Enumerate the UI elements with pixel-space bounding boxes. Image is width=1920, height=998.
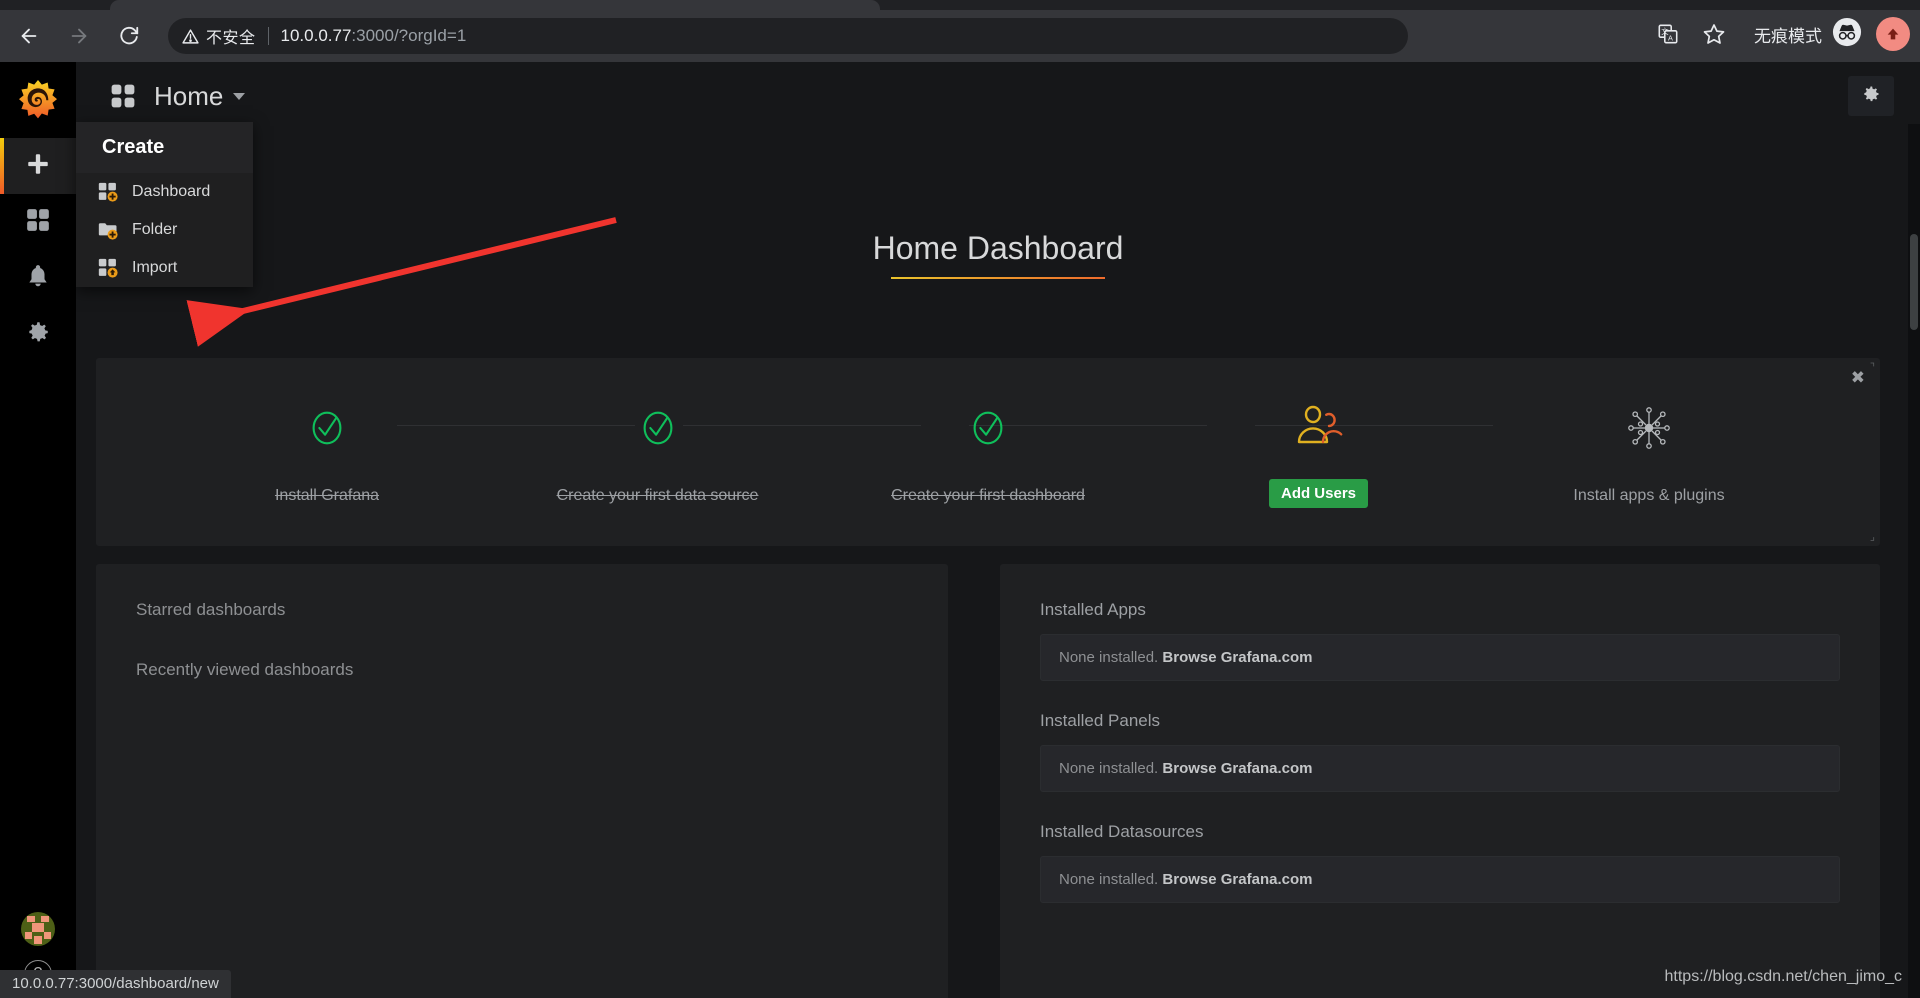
browse-grafana-link[interactable]: Browse Grafana.com: [1162, 649, 1312, 666]
sidebar: ?: [0, 62, 76, 998]
screenshot-root: 不安全 10.0.0.77:3000/?orgId=1 文A 无痕模式 Home…: [0, 0, 1920, 998]
url-path: :3000/?orgId=1: [351, 26, 467, 45]
sidebar-item-configuration[interactable]: [0, 306, 76, 362]
grafana-logo-icon[interactable]: [0, 62, 76, 138]
installed-plugins-panel: Installed Apps None installed. Browse Gr…: [1000, 564, 1880, 998]
installed-apps-empty-state: None installed. Browse Grafana.com: [1040, 634, 1840, 681]
translate-icon[interactable]: 文A: [1648, 14, 1688, 54]
plugins-icon: [1625, 399, 1673, 457]
scrollbar-thumb[interactable]: [1910, 234, 1918, 330]
dashboard-title-block: Home Dashboard: [76, 230, 1920, 279]
plus-icon: [25, 151, 51, 182]
onboarding-step-add-users[interactable]: Add Users: [1219, 397, 1419, 508]
create-menu-item-label: Dashboard: [132, 183, 211, 200]
grafana-app: ? Home Home Dashboard ✖ ⌟: [0, 62, 1920, 998]
import-dashboard-icon: [98, 258, 118, 278]
onboarding-step-install-grafana[interactable]: Install Grafana: [227, 399, 427, 505]
browser-tab[interactable]: [110, 0, 880, 10]
onboarding-step-create-dashboard[interactable]: Create your first dashboard: [888, 399, 1088, 505]
title-underline: [891, 277, 1105, 279]
step-label: Install apps & plugins: [1573, 487, 1725, 504]
url-host: 10.0.0.77: [280, 26, 352, 45]
none-installed-text: None installed.: [1059, 871, 1163, 888]
address-bar[interactable]: 不安全 10.0.0.77:3000/?orgId=1: [168, 18, 1408, 54]
onboarding-step-create-data-source[interactable]: Create your first data source: [556, 399, 759, 505]
none-installed-text: None installed.: [1059, 760, 1163, 777]
onboarding-steps: Install Grafana Create your first data s…: [97, 359, 1879, 545]
check-circle-icon: [636, 399, 680, 457]
browser-status-bar: 10.0.0.77:3000/dashboard/new: [0, 970, 231, 998]
navbar: Home: [76, 62, 1920, 130]
page-scrollbar[interactable]: [1908, 124, 1920, 998]
not-secure-warning-icon: [182, 28, 199, 45]
dashboards-grid-icon: [25, 207, 51, 238]
sidebar-item-alerting[interactable]: [0, 250, 76, 306]
incognito-label: 无痕模式: [1754, 26, 1822, 46]
users-icon: [1293, 397, 1345, 455]
security-label: 不安全: [206, 30, 256, 47]
browser-tabstrip: [0, 0, 1920, 10]
onboarding-panel: ✖ ⌟ ⌝ Install Grafana Create your first …: [96, 358, 1880, 546]
reload-icon[interactable]: [108, 15, 150, 57]
browser-toolbar-actions: 文A 无痕模式: [1648, 14, 1910, 54]
omnibox-divider: [267, 27, 269, 45]
sidebar-item-create[interactable]: [0, 138, 76, 194]
browse-grafana-link[interactable]: Browse Grafana.com: [1162, 871, 1312, 888]
page-title[interactable]: Home: [154, 81, 223, 112]
create-dropdown-menu: Create Dashboard Folder Import: [76, 122, 253, 287]
check-circle-icon: [966, 399, 1010, 457]
create-menu-item-label: Import: [132, 259, 178, 276]
dashboards-links-panel: Starred dashboards Recently viewed dashb…: [96, 564, 948, 998]
onboarding-step-install-plugins[interactable]: Install apps & plugins: [1549, 399, 1749, 505]
installed-panels-empty-state: None installed. Browse Grafana.com: [1040, 745, 1840, 792]
browse-grafana-link[interactable]: Browse Grafana.com: [1162, 760, 1312, 777]
installed-datasources-empty-state: None installed. Browse Grafana.com: [1040, 856, 1840, 903]
watermark-text: https://blog.csdn.net/chen_jimo_c: [1664, 968, 1902, 985]
installed-apps-heading: Installed Apps: [1040, 600, 1146, 619]
dashboard-settings-button[interactable]: [1848, 76, 1894, 116]
forward-arrow-icon[interactable]: [58, 15, 100, 57]
avatar[interactable]: [21, 912, 55, 946]
create-menu-item-dashboard[interactable]: Dashboard: [76, 173, 253, 211]
incognito-indicator[interactable]: 无痕模式: [1740, 14, 1870, 54]
installed-datasources-heading: Installed Datasources: [1040, 822, 1204, 841]
create-menu-item-folder[interactable]: Folder: [76, 211, 253, 249]
none-installed-text: None installed.: [1059, 649, 1163, 666]
check-circle-icon: [305, 399, 349, 457]
svg-text:A: A: [1668, 33, 1673, 42]
new-folder-icon: [98, 220, 118, 240]
profile-avatar-icon[interactable]: [1876, 17, 1910, 51]
recently-viewed-dashboards-link[interactable]: Recently viewed dashboards: [136, 660, 908, 680]
step-label: Create your first data source: [556, 487, 759, 504]
step-label: Create your first dashboard: [891, 487, 1085, 504]
create-menu-item-import[interactable]: Import: [76, 249, 253, 287]
new-dashboard-icon: [98, 182, 118, 202]
installed-panels-heading: Installed Panels: [1040, 711, 1161, 730]
back-arrow-icon[interactable]: [8, 15, 50, 57]
bell-icon: [25, 263, 51, 294]
dashboard-grid-icon: [110, 83, 136, 109]
sidebar-item-dashboards[interactable]: [0, 194, 76, 250]
starred-dashboards-link[interactable]: Starred dashboards: [136, 600, 908, 620]
address-bar-url: 10.0.0.77:3000/?orgId=1: [281, 26, 467, 46]
gear-icon: [1861, 84, 1881, 109]
dashboard-title: Home Dashboard: [872, 230, 1124, 266]
incognito-icon: [1832, 17, 1862, 52]
gear-icon: [25, 319, 51, 350]
create-menu-header: Create: [76, 122, 253, 173]
add-users-button[interactable]: Add Users: [1268, 478, 1369, 508]
step-label: Install Grafana: [274, 487, 380, 504]
chevron-down-icon[interactable]: [233, 92, 246, 100]
star-icon[interactable]: [1694, 14, 1734, 54]
create-menu-item-label: Folder: [132, 221, 178, 238]
